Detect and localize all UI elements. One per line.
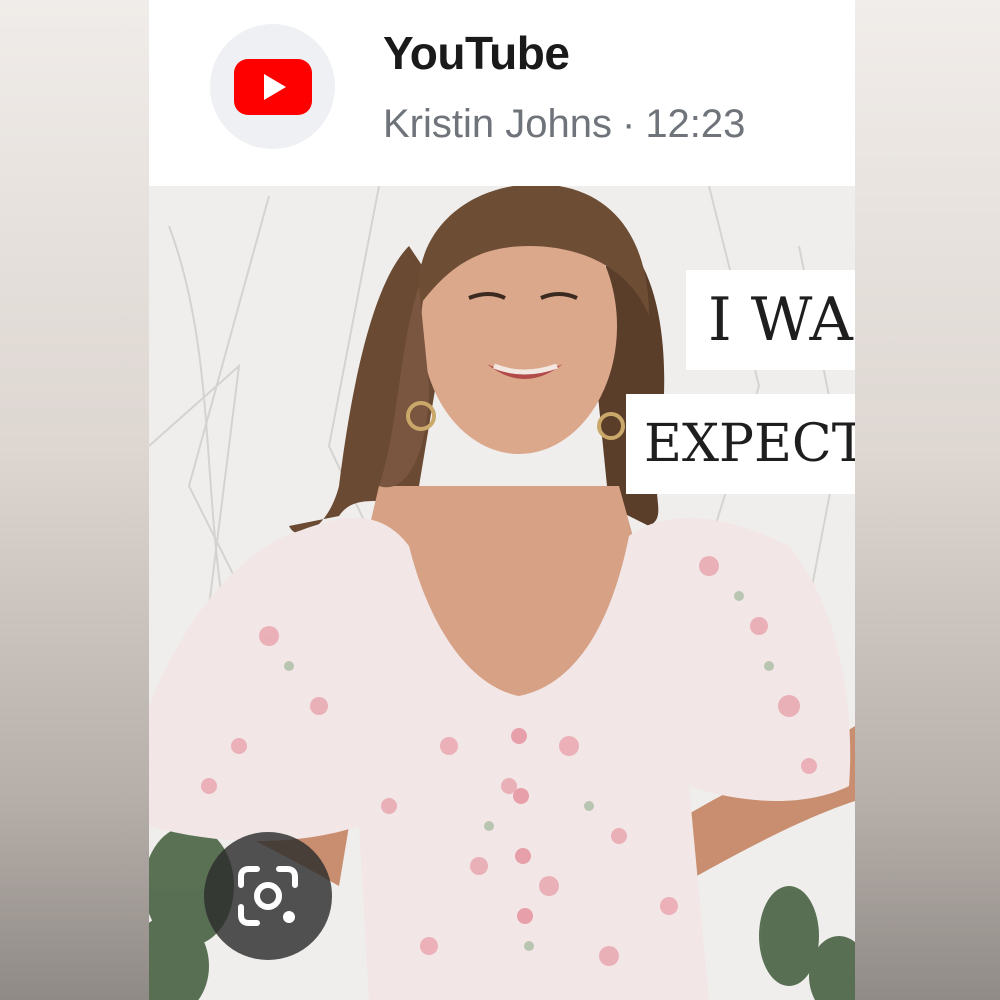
video-thumbnail[interactable]: I WA EXPECT — [149, 186, 855, 1000]
source-title[interactable]: YouTube — [383, 26, 570, 80]
source-meta: Kristin Johns · 12:23 — [383, 102, 745, 147]
channel-name: Kristin Johns — [383, 102, 612, 146]
video-duration: 12:23 — [645, 102, 746, 146]
left-background — [0, 0, 149, 1000]
google-lens-icon[interactable] — [204, 832, 332, 960]
meta-separator: · — [621, 102, 636, 146]
thumbnail-caption-line2: EXPECT — [626, 394, 855, 494]
thumbnail-caption-line1: I WA — [686, 270, 855, 370]
youtube-logo-icon — [210, 24, 335, 149]
right-background — [855, 0, 1000, 1000]
card-header: YouTube Kristin Johns · 12:23 — [149, 0, 855, 186]
search-result-card[interactable]: YouTube Kristin Johns · 12:23 I WA EXPEC… — [149, 0, 855, 1000]
